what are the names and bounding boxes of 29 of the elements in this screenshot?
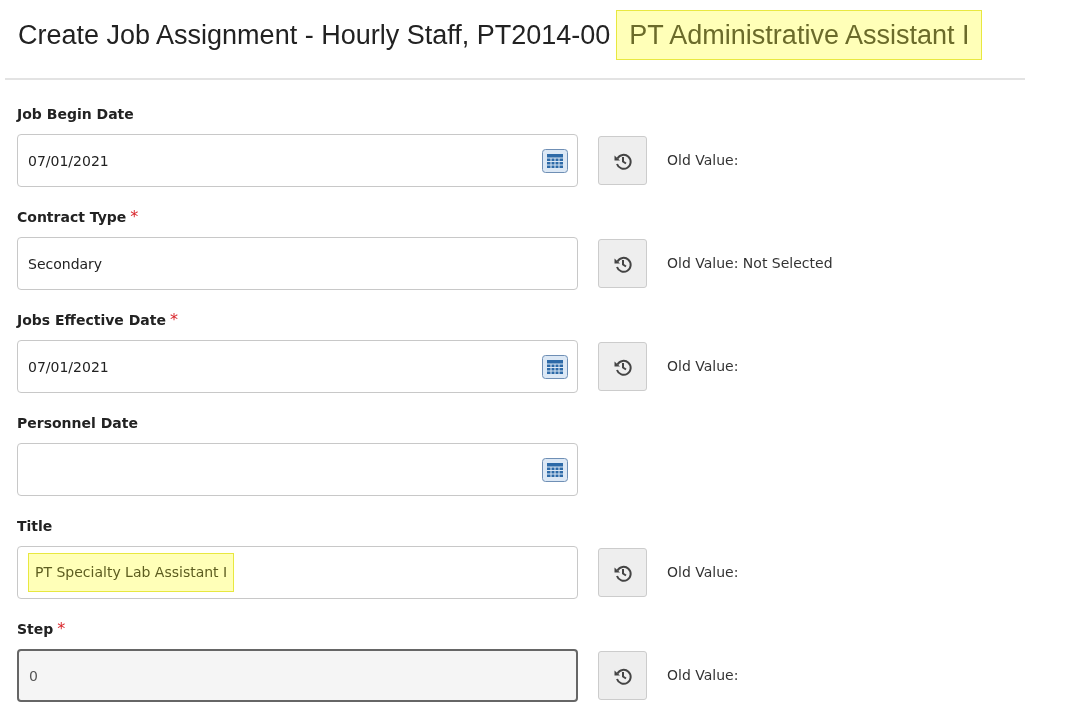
highlighted-title: PT Administrative Assistant I — [616, 9, 983, 61]
old-value-text: Old Value: — [667, 666, 739, 685]
calendar-icon[interactable] — [542, 148, 568, 173]
field-label: Step — [17, 620, 54, 639]
required-mark: * — [57, 619, 66, 638]
page-title: Create Job Assignment - Hourly Staff, PT2014-00 — [18, 18, 611, 52]
history-button[interactable] — [598, 136, 647, 185]
date-field[interactable] — [17, 443, 578, 496]
history-button[interactable] — [598, 239, 647, 288]
calendar-icon[interactable] — [542, 457, 568, 482]
input-field[interactable]: Secondary — [17, 237, 578, 290]
old-value-text: Old Value: — [667, 151, 739, 170]
required-mark: * — [130, 207, 139, 226]
date-field[interactable]: 07/01/2021 — [17, 134, 578, 187]
old-value-text: Old Value: — [667, 563, 739, 582]
old-value-text: Old Value: Not Selected — [667, 254, 833, 273]
highlighted-value: PT Specialty Lab Assistant I — [28, 553, 235, 592]
calendar-icon[interactable] — [542, 354, 568, 379]
history-button[interactable] — [598, 342, 647, 391]
field-label: Personnel Date — [17, 414, 138, 433]
field-label: Job Begin Date — [17, 105, 134, 124]
date-field[interactable]: 07/01/2021 — [17, 340, 578, 393]
field-label: Jobs Effective Date — [17, 311, 166, 330]
required-mark: * — [170, 310, 178, 329]
history-button[interactable] — [598, 548, 647, 597]
input-field[interactable]: PT Specialty Lab Assistant I — [17, 546, 578, 599]
field-label: Title — [17, 517, 53, 536]
old-value-text: Old Value: — [667, 357, 739, 376]
field-label: Contract Type — [17, 208, 127, 227]
